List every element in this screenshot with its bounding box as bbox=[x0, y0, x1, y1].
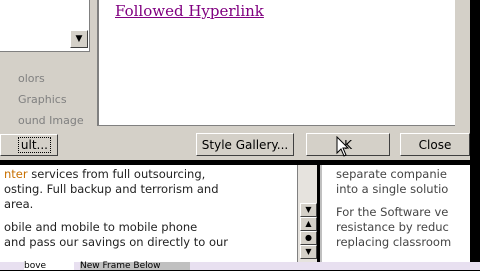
side-line-2: into a single solutio bbox=[336, 182, 449, 196]
document-body[interactable]: nter services from full outsourcing, ost… bbox=[0, 165, 298, 262]
doc-paragraph-1: nter services from full outsourcing, ost… bbox=[4, 167, 294, 212]
side-line-1: separate companie bbox=[336, 167, 447, 181]
doc-line-3: area. bbox=[4, 197, 34, 211]
theme-options: olors Graphics ound Image bbox=[18, 68, 84, 131]
option-background-image[interactable]: ound Image bbox=[18, 110, 84, 131]
set-default-label: ult... bbox=[17, 137, 51, 153]
side-line-4: resistance by reduc bbox=[336, 220, 449, 234]
taskbar-item-new-frame-below[interactable]: New Frame Below bbox=[80, 262, 190, 271]
scroll-down-arrow[interactable]: ▼ bbox=[70, 30, 88, 48]
doc-line-1: services from full outsourcing, bbox=[27, 167, 206, 181]
close-button[interactable]: Close bbox=[400, 133, 470, 156]
doc-paragraph-2: obile and mobile to mobile phone and pas… bbox=[4, 220, 294, 250]
option-vivid-colors[interactable]: olors bbox=[18, 68, 84, 89]
scroll-down-arrow-icon[interactable]: ▼ bbox=[300, 203, 317, 217]
screen-edge bbox=[470, 0, 480, 270]
side-paragraph-1: separate companie into a single solutio bbox=[336, 167, 456, 197]
side-document-pane[interactable]: separate companie into a single solutio … bbox=[320, 165, 470, 262]
select-browse-object-icon[interactable]: ● bbox=[300, 231, 317, 245]
side-line-5: replacing classroom bbox=[336, 235, 452, 249]
spell-highlight: nter bbox=[4, 167, 28, 181]
followed-hyperlink-sample: Followed Hyperlink bbox=[115, 2, 264, 20]
mouse-cursor-icon bbox=[336, 136, 350, 157]
doc-line-4: obile and mobile to mobile phone bbox=[4, 220, 198, 234]
set-default-button[interactable]: ult... bbox=[0, 134, 58, 156]
scroll-down-arrow-icon[interactable]: ▼ bbox=[300, 245, 317, 259]
theme-preview: Followed Hyperlink bbox=[97, 0, 455, 126]
doc-line-2: osting. Full backup and terrorism and bbox=[4, 182, 219, 196]
side-paragraph-2: For the Software ve resistance by reduc … bbox=[336, 205, 456, 250]
document-scrollbar[interactable]: ▼ ▲ ● ▼ bbox=[297, 165, 317, 262]
scroll-up-arrow-icon[interactable]: ▲ bbox=[300, 217, 317, 231]
side-line-3: For the Software ve bbox=[336, 205, 449, 219]
chevron-down-icon: ▼ bbox=[75, 34, 83, 44]
option-active-graphics[interactable]: Graphics bbox=[18, 89, 84, 110]
taskbar-item-new-frame-above[interactable]: bove bbox=[24, 262, 74, 271]
doc-line-5: and pass our savings on directly to our bbox=[4, 235, 229, 249]
style-gallery-button[interactable]: Style Gallery... bbox=[196, 133, 294, 156]
